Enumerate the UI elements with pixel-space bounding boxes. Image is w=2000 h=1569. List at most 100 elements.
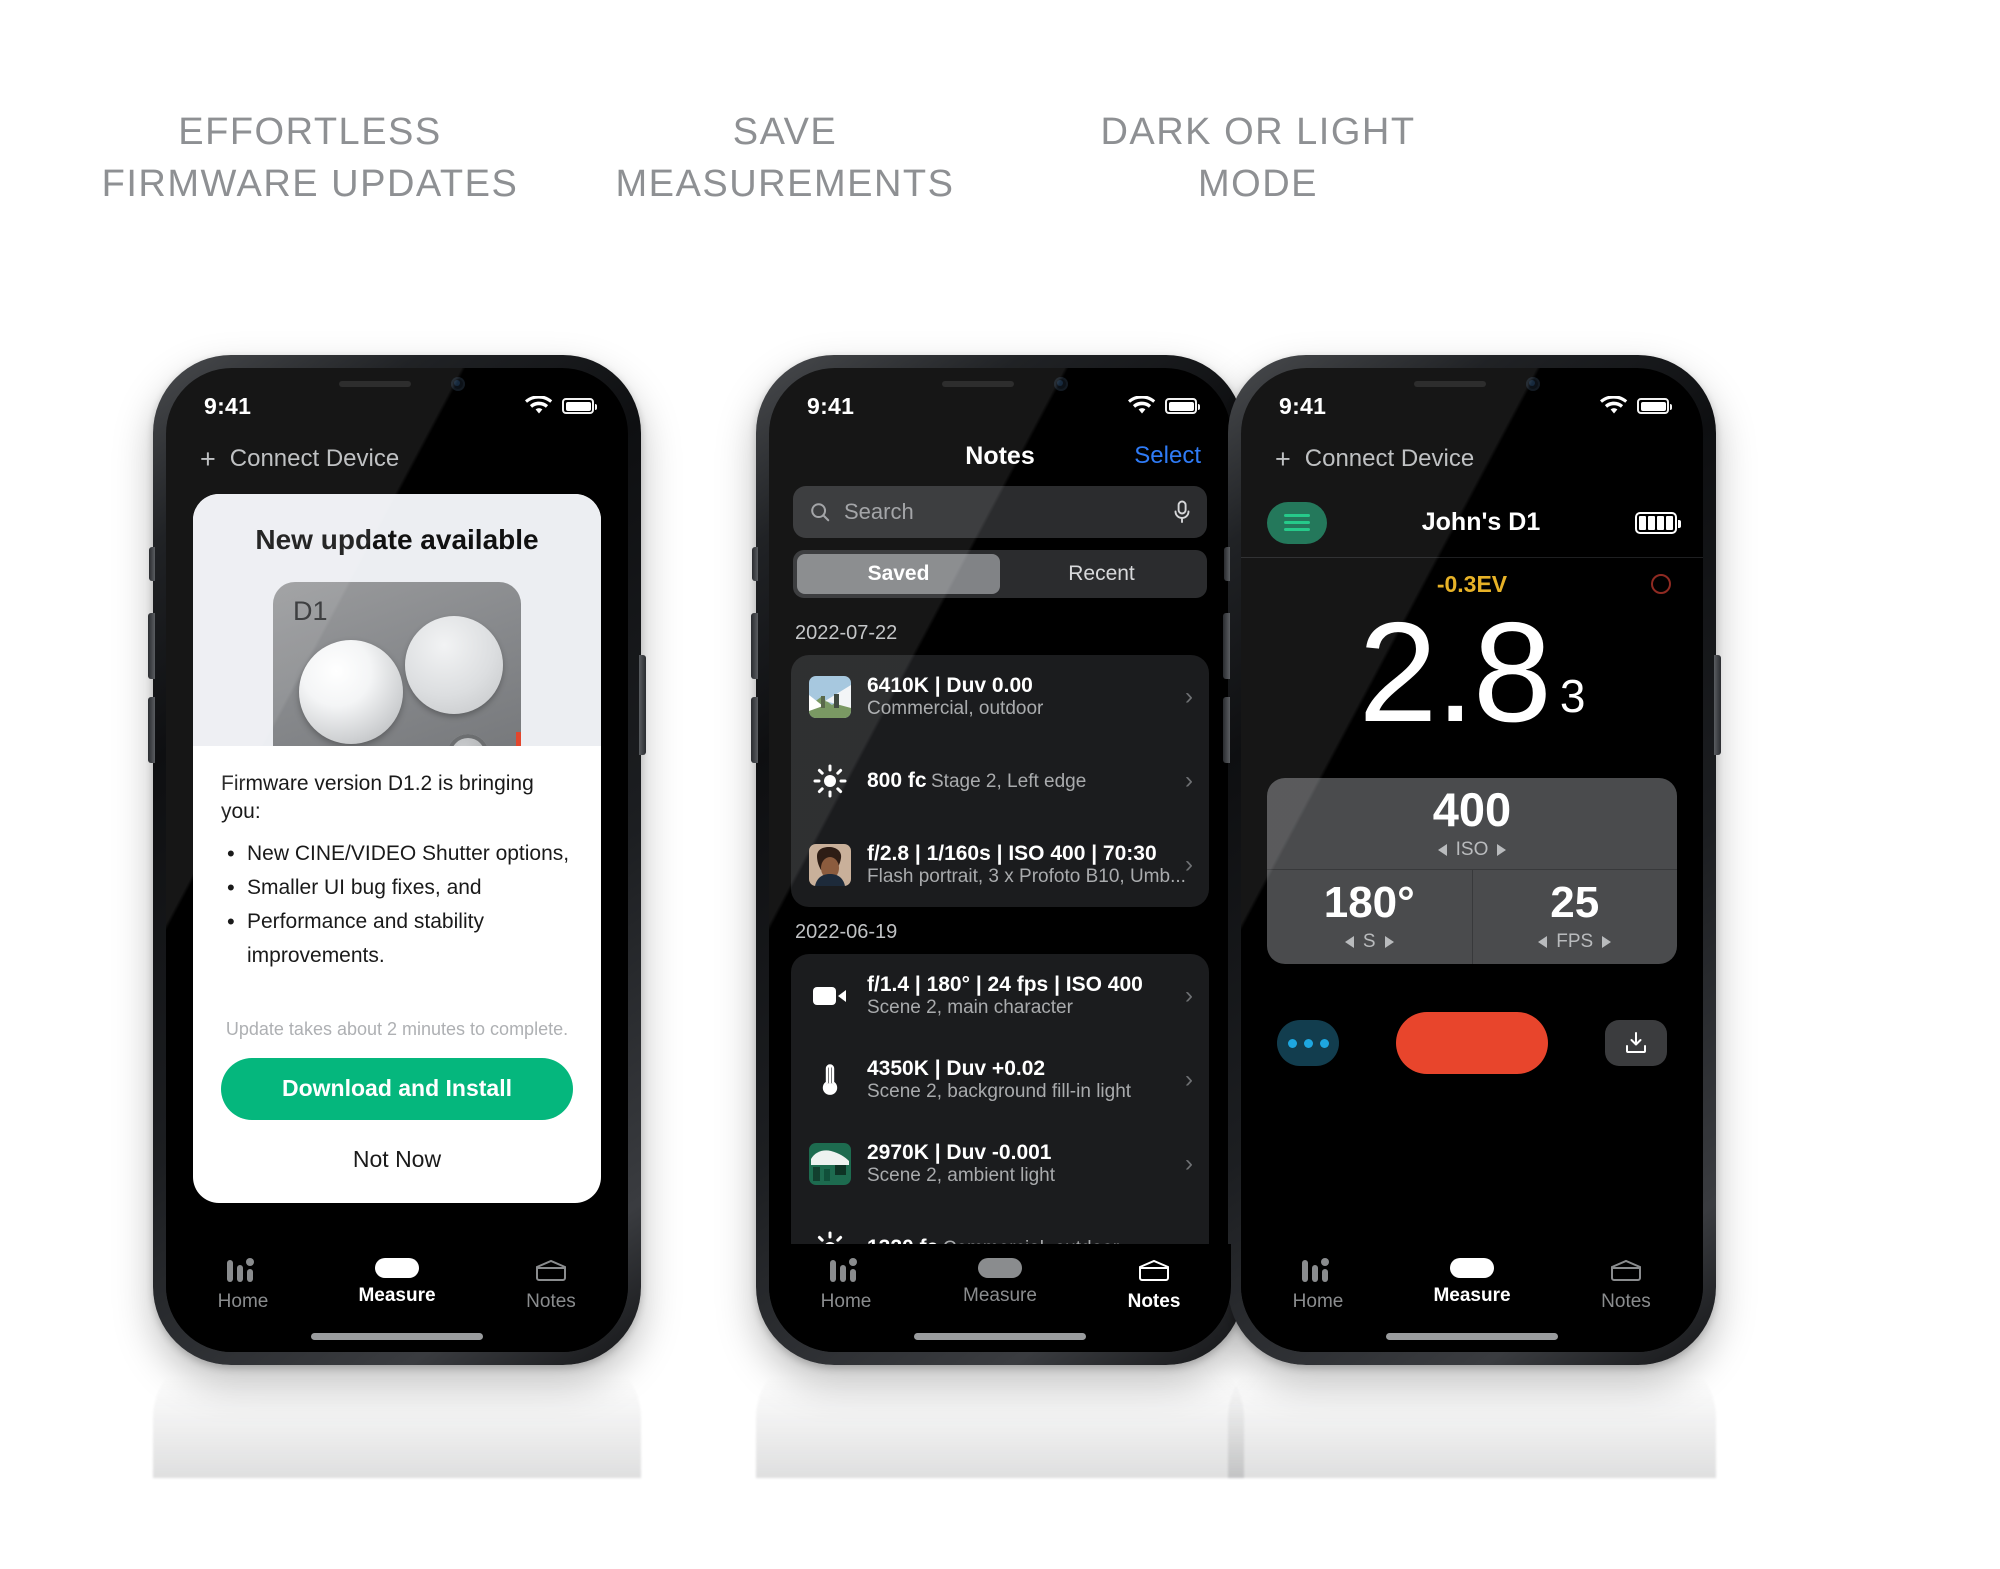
list-item[interactable]: f/1.4 | 180° | 24 fps | ISO 400 Scene 2,…: [791, 954, 1209, 1038]
status-time: 9:41: [1279, 392, 1327, 419]
update-duration-note: Update takes about 2 minutes to complete…: [225, 1018, 569, 1039]
list-item: New CINE/VIDEO Shutter options,: [221, 836, 573, 872]
note-subtitle: Commercial, outdoor: [867, 698, 1044, 719]
note-title: 1320 fc: [867, 1236, 938, 1244]
measure-pill-icon: [1450, 1258, 1494, 1278]
tab-home[interactable]: Home: [166, 1258, 320, 1313]
thermometer-icon: [809, 1059, 851, 1101]
connect-device-bar[interactable]: + Connect Device: [166, 430, 628, 488]
power-icon: [447, 734, 489, 746]
tab-notes[interactable]: Notes: [474, 1258, 628, 1313]
connect-device-bar[interactable]: + Connect Device: [1241, 430, 1703, 488]
battery-icon: [1165, 398, 1200, 414]
list-item[interactable]: 800 fc Stage 2, Left edge ›: [791, 739, 1209, 823]
hamburger-menu-icon[interactable]: [1267, 501, 1327, 544]
device-model-label: D1: [293, 596, 328, 626]
note-subtitle: Stage 2, Left edge: [931, 771, 1087, 792]
silent-switch[interactable]: [149, 547, 155, 581]
sensor-disc: [405, 616, 503, 714]
column-heading-3: DARK OR LIGHT MODE: [1008, 106, 1508, 210]
list-item[interactable]: f/2.8 | 1/160s | ISO 400 | 70:30 Flash p…: [791, 823, 1209, 907]
tab-measure[interactable]: Measure: [923, 1258, 1077, 1307]
firmware-bullet-list: New CINE/VIDEO Shutter options, Smaller …: [221, 836, 573, 973]
iso-label: ISO: [1455, 839, 1489, 860]
chevron-right-icon: ›: [1185, 1150, 1193, 1177]
chevron-right-icon: ›: [1185, 851, 1193, 878]
power-button[interactable]: [639, 655, 646, 755]
home-indicator[interactable]: [1386, 1333, 1558, 1340]
iso-decrease-arrow-icon[interactable]: [1437, 844, 1447, 856]
record-circle-icon[interactable]: [1651, 574, 1671, 594]
volume-up-button[interactable]: [751, 613, 758, 679]
iso-increase-arrow-icon[interactable]: [1497, 844, 1507, 856]
tab-label: Measure: [358, 1285, 436, 1306]
heading-line-2: FIRMWARE UPDATES: [101, 163, 519, 205]
saved-recent-segmented-control[interactable]: Saved Recent: [793, 550, 1207, 598]
search-placeholder: Search: [844, 499, 914, 524]
tab-bar: Home Measure Notes: [166, 1244, 628, 1352]
search-input[interactable]: Search: [793, 486, 1207, 538]
phone-3-frame: 9:41 + Connect Device John's D1 -0.3EV 2…: [1223, 355, 1721, 1365]
note-group: f/1.4 | 180° | 24 fps | ISO 400 Scene 2,…: [791, 954, 1209, 1244]
fps-increase-arrow-icon[interactable]: [1602, 936, 1612, 948]
iso-value: 400: [1432, 783, 1512, 836]
home-indicator[interactable]: [311, 1333, 483, 1340]
silent-switch[interactable]: [1224, 547, 1230, 581]
sun-icon: [809, 760, 851, 802]
heading-line-1: EFFORTLESS: [178, 111, 442, 153]
measure-pill-icon: [978, 1258, 1022, 1278]
list-item: Performance and stability improvements.: [221, 904, 573, 973]
shutter-increase-arrow-icon[interactable]: [1384, 936, 1394, 948]
shutter-stepper[interactable]: 180° S: [1267, 870, 1472, 964]
segment-recent[interactable]: Recent: [1000, 554, 1203, 594]
exposure-controls-panel: 400 ISO 180° S 25 FPS: [1267, 778, 1677, 964]
reading-main: 2.8: [1358, 593, 1552, 752]
iso-stepper[interactable]: 400 ISO: [1267, 778, 1677, 870]
list-item[interactable]: 1320 fc Commercial, outdoor ›: [791, 1206, 1209, 1244]
measure-trigger-button[interactable]: [1396, 1012, 1548, 1074]
not-now-button[interactable]: Not Now: [193, 1120, 601, 1203]
tab-label: Notes: [1127, 1291, 1181, 1312]
shutter-value: 180°: [1323, 878, 1415, 927]
fps-stepper[interactable]: 25 FPS: [1471, 870, 1678, 964]
download-save-icon: [1626, 1032, 1646, 1053]
notes-list[interactable]: 2022-07-22 6410K | Duv 0.00 Commercial, …: [769, 608, 1231, 1244]
tab-notes[interactable]: Notes: [1549, 1258, 1703, 1313]
note-title: f/1.4 | 180° | 24 fps | ISO 400: [867, 973, 1143, 996]
tab-label: Notes: [526, 1291, 576, 1312]
page-title: Notes: [965, 441, 1035, 470]
list-item: Smaller UI bug fixes, and: [221, 870, 573, 906]
accent-stripe: [516, 732, 521, 746]
list-item[interactable]: 6410K | Duv 0.00 Commercial, outdoor ›: [791, 655, 1209, 739]
tab-home[interactable]: Home: [1241, 1258, 1395, 1313]
volume-up-button[interactable]: [148, 613, 155, 679]
tab-label: Notes: [1601, 1291, 1651, 1312]
connect-device-label: Connect Device: [229, 445, 400, 472]
fps-value: 25: [1550, 878, 1600, 927]
power-button[interactable]: [1714, 655, 1721, 755]
volume-down-button[interactable]: [751, 697, 758, 763]
tab-label: Home: [1292, 1291, 1344, 1312]
tab-measure[interactable]: Measure: [1395, 1258, 1549, 1307]
home-bars-icon: [1302, 1258, 1329, 1282]
notes-icon: [1139, 1259, 1169, 1281]
note-subtitle: Flash portrait, 3 x Profoto B10, Umb...: [867, 866, 1186, 887]
tab-notes[interactable]: Notes: [1077, 1258, 1231, 1313]
list-item[interactable]: 4350K | Duv +0.02 Scene 2, background fi…: [791, 1038, 1209, 1122]
select-button[interactable]: Select: [1134, 442, 1201, 470]
shutter-label: S: [1362, 931, 1376, 952]
tab-home[interactable]: Home: [769, 1258, 923, 1313]
download-and-install-button[interactable]: Download and Install: [221, 1057, 573, 1120]
volume-down-button[interactable]: [148, 697, 155, 763]
list-item[interactable]: 2970K | Duv -0.001 Scene 2, ambient ligh…: [791, 1122, 1209, 1206]
fps-decrease-arrow-icon[interactable]: [1538, 936, 1548, 948]
tab-measure[interactable]: Measure: [320, 1258, 474, 1307]
home-indicator[interactable]: [914, 1333, 1086, 1340]
save-measurement-button[interactable]: [1605, 1020, 1667, 1066]
shutter-decrease-arrow-icon[interactable]: [1344, 936, 1354, 948]
more-options-button[interactable]: [1277, 1020, 1339, 1066]
segment-saved[interactable]: Saved: [797, 554, 1000, 594]
silent-switch[interactable]: [752, 547, 758, 581]
microphone-icon[interactable]: [1173, 500, 1191, 524]
aperture-reading: 2.8 3: [1241, 593, 1703, 752]
